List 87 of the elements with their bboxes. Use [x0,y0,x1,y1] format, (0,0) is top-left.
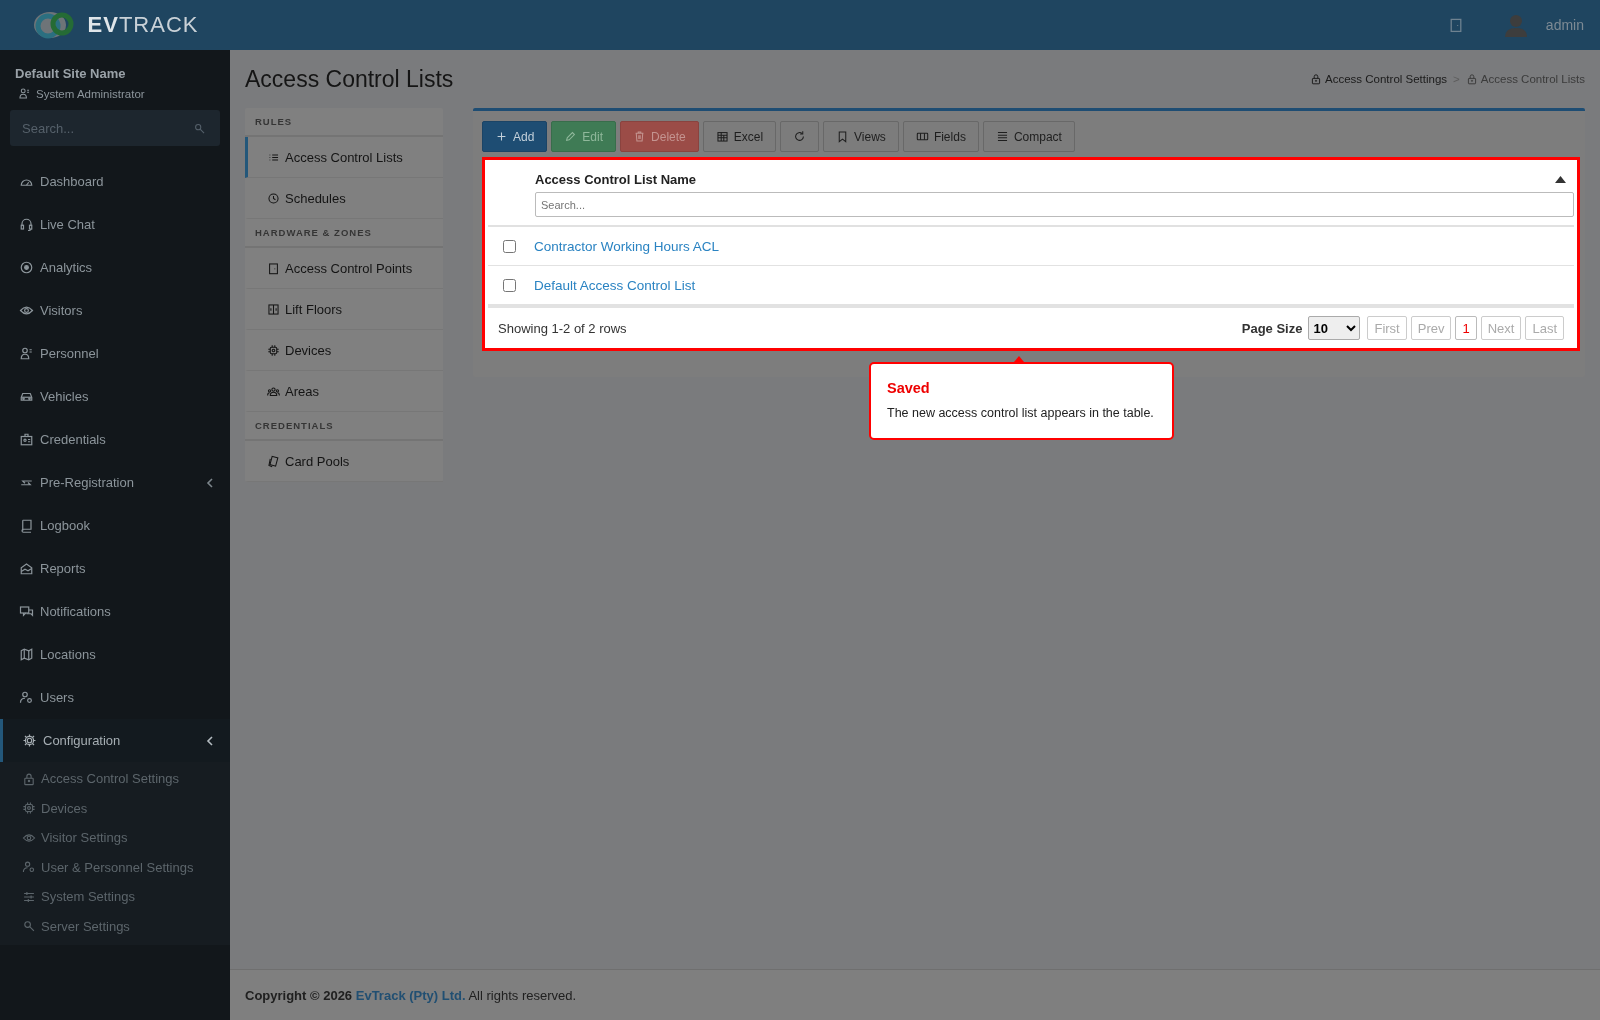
columns-icon [915,130,929,143]
page-size-select[interactable]: 10 [1308,316,1361,340]
toolbar-button[interactable]: Add [482,121,548,152]
submenu-item[interactable]: Access Control Settings [0,764,230,794]
chip-icon [267,343,280,357]
row-link[interactable]: Contractor Working Hours ACL [534,238,720,254]
copyright-text: Copyright © 2026 EvTrack (Pty) Ltd. All rights reserved. [245,987,577,1003]
headset-icon [19,217,34,232]
map-icon [19,647,34,662]
row-link[interactable]: Default Access Control List [534,277,696,293]
id-card-icon [19,432,34,447]
sidebar-item[interactable]: Dashboard [0,160,230,203]
user-role: System Administrator [36,87,145,100]
breadcrumb-link[interactable]: Access Control Settings [1325,73,1448,85]
lock-icon [1310,73,1322,85]
toolbar-button[interactable]: Views [823,121,899,152]
section-heading: CREDENTIALS [245,412,443,441]
menu-item[interactable]: Schedules [245,178,443,219]
row-checkbox[interactable] [503,278,516,292]
menu-item[interactable]: Areas [245,371,443,412]
sidebar-item[interactable]: Pre-Registration [0,461,230,504]
plus-icon [495,130,508,143]
row-checkbox[interactable] [503,239,516,253]
submenu-item[interactable]: Devices [0,793,230,823]
callout-text: The new access control list appears in the table. [887,406,1155,420]
cards-icon [267,454,280,468]
refresh-icon [793,130,807,143]
breadcrumb-link[interactable]: Access Control Lists [1480,73,1585,85]
sidebar-item[interactable]: Personnel [0,332,230,375]
submenu-item[interactable]: Visitor Settings [0,823,230,853]
sidebar-item[interactable]: Reports [0,547,230,590]
section-heading: RULES [245,108,443,137]
menu-item[interactable]: Access Control Points [245,248,443,289]
sidebar-item[interactable]: Users [0,676,230,719]
menu-item[interactable]: Access Control Lists [245,137,443,178]
search-field[interactable]: Search... [535,192,1574,217]
site-name: Default Site Name [14,65,127,81]
gear-icon [22,733,37,748]
page-size-label: Page Size [1241,320,1303,336]
target-icon [19,260,34,275]
people-icon [267,384,280,398]
sidebar-item[interactable]: Analytics [0,246,230,289]
house-icon [19,561,34,576]
sidebar-item[interactable]: Live Chat [0,203,230,246]
sidebar-item[interactable]: Visitors [0,289,230,332]
sort-icon[interactable] [1555,176,1566,183]
toolbar-button[interactable]: Fields [902,121,979,152]
book-icon [19,518,34,533]
door-icon [267,261,280,275]
search-field[interactable]: Search... [10,110,220,146]
sidebar-item[interactable]: Notifications [0,590,230,633]
lock-icon [22,771,36,786]
submenu-item[interactable]: Server Settings [0,911,230,941]
person-icon [19,346,34,361]
lines-icon [995,130,1009,143]
section-heading: HARDWARE & ZONES [245,219,443,248]
person-icon [18,87,31,100]
chip-icon [22,801,36,816]
table-icon [715,130,729,143]
row-count: Showing 1-2 of 2 rows [498,320,627,336]
eye-icon [19,303,34,318]
lock-icon [1465,73,1478,85]
sidebar-item[interactable]: Locations [0,633,230,676]
submenu-item[interactable]: System Settings [0,882,230,912]
pencil-icon [564,130,578,143]
toolbar-button[interactable]: Excel [702,121,777,152]
sidebar-item[interactable]: Vehicles [0,375,230,418]
sidebar-item[interactable]: Configuration [0,719,230,762]
chat-icon [19,604,34,619]
user-gear-icon [19,690,34,705]
user-name[interactable]: admin [1545,17,1584,33]
sliders-icon [22,889,36,904]
submenu-item[interactable]: User & Personnel Settings [0,852,230,882]
toolbar-button[interactable]: Compact [982,121,1075,152]
sidebar-item[interactable]: Logbook [0,504,230,547]
breadcrumb-separator: > [1453,73,1460,85]
user-gear-icon [22,860,36,875]
page-number-button[interactable]: 1 [1455,316,1477,340]
column-header[interactable]: Access Control List Name [535,172,697,187]
logo-text: EVTRACK [87,12,199,38]
clock-icon [267,191,280,205]
menu-item[interactable]: Devices [245,330,443,371]
menu-item[interactable]: Lift Floors [245,289,443,330]
sidebar-item[interactable]: Credentials [0,418,230,461]
menu-item[interactable]: Card Pools [245,441,443,482]
page-title: Access Control Lists [245,65,454,93]
callout-title: Saved [887,380,931,396]
